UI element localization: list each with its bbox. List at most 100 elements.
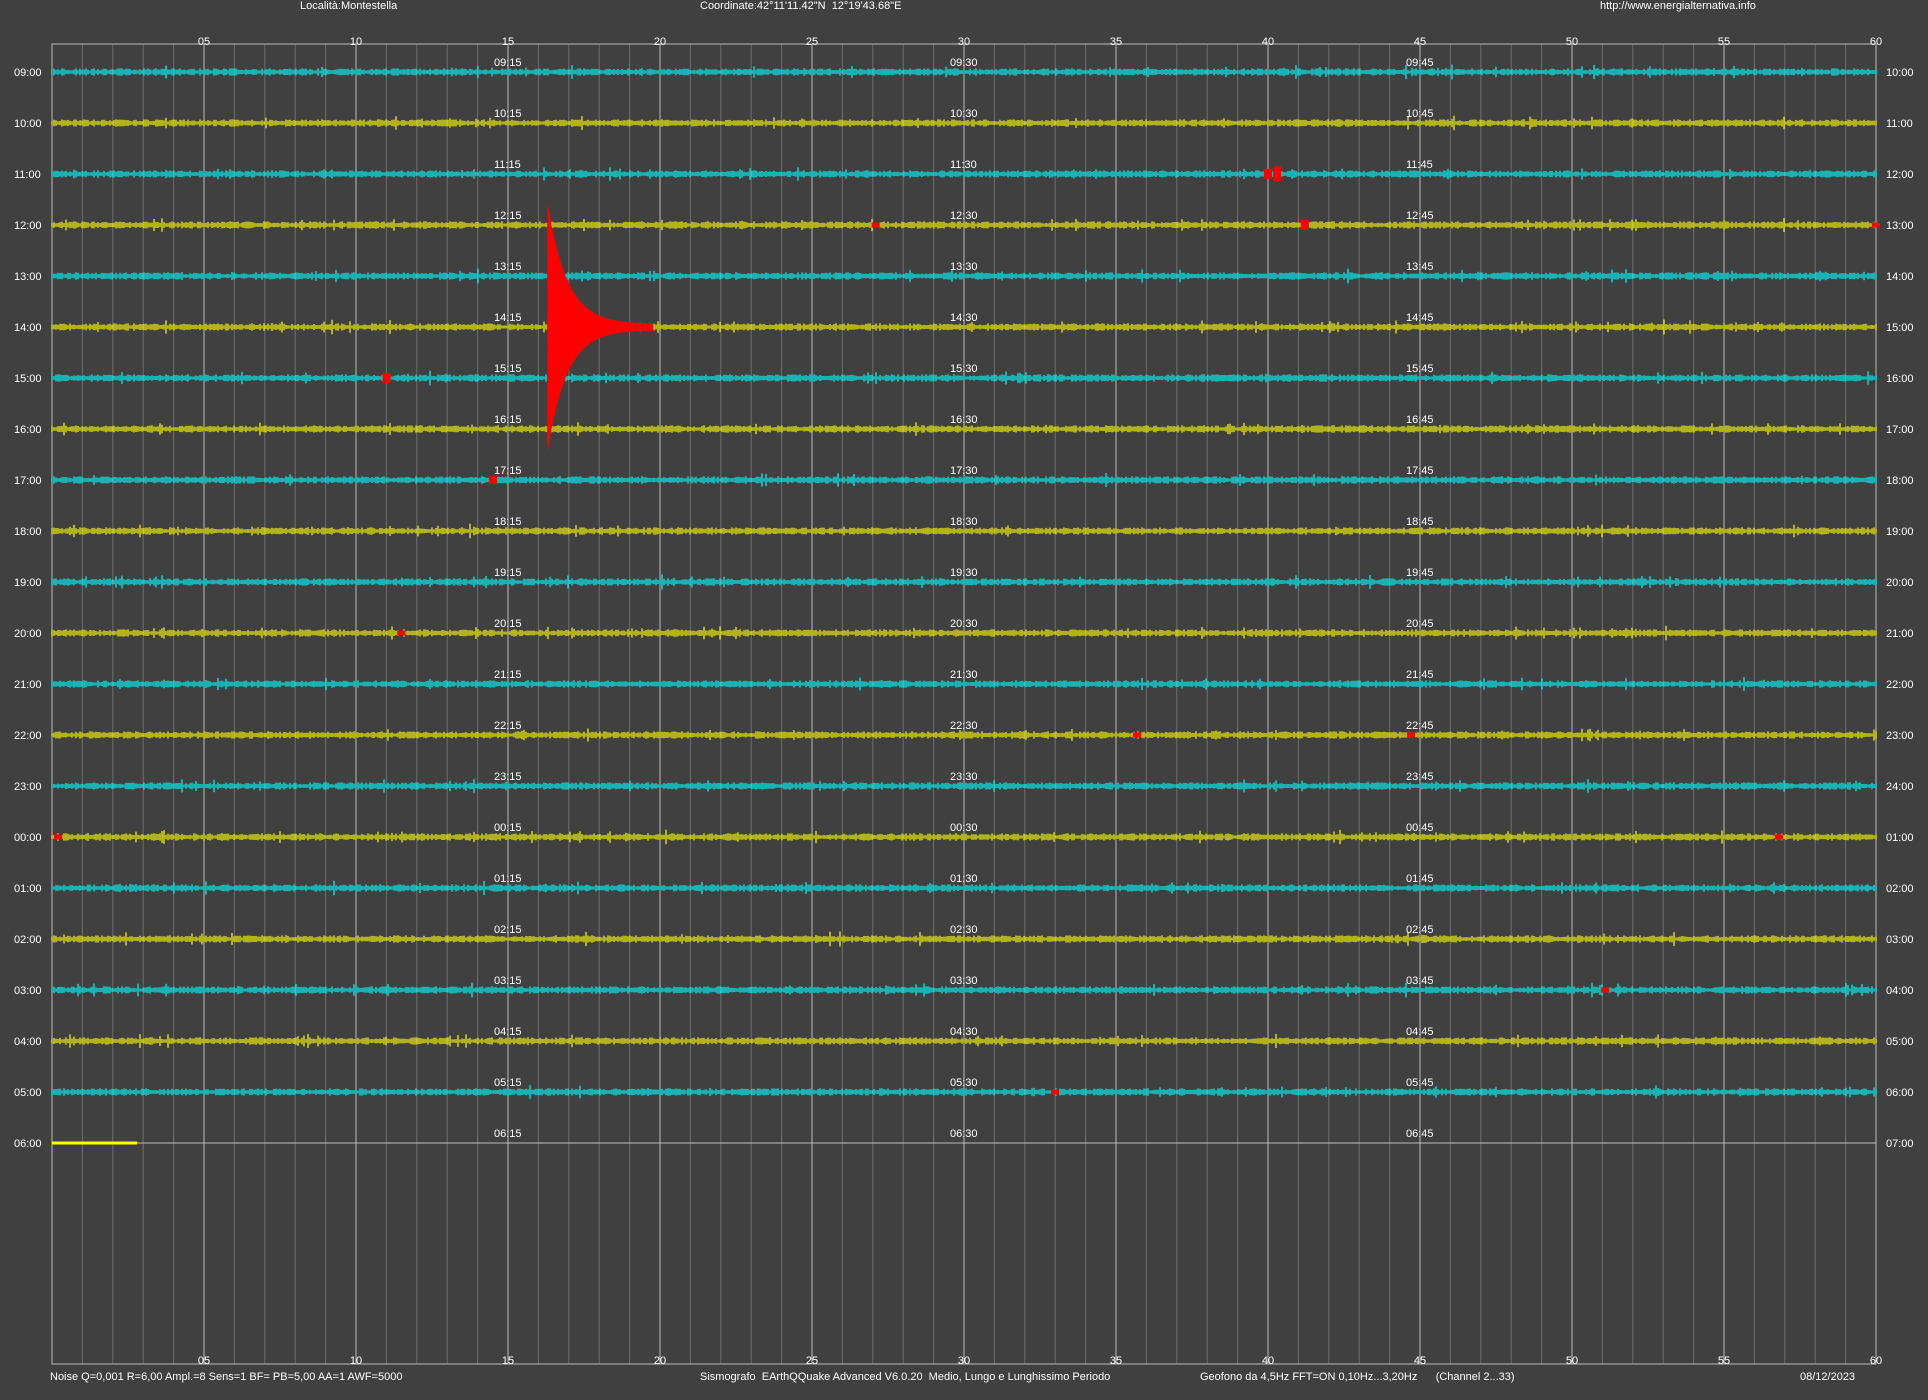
row-time-left: 00:00 [14,832,42,844]
quarter-label: 21:30 [950,669,978,681]
row-time-left: 10:00 [14,118,42,130]
x-tick-label-bottom: 30 [958,1355,970,1367]
quarter-label: 03:30 [950,975,978,987]
quarter-label: 06:30 [950,1128,978,1140]
quarter-label: 20:15 [494,618,522,630]
quarter-label: 18:15 [494,516,522,528]
row-time-right: 11:00 [1886,118,1913,130]
x-tick-label-bottom: 50 [1566,1355,1578,1367]
footer-settings: Noise Q=0,001 R=6,00 Ampl.=8 Sens=1 BF= … [50,1371,403,1383]
event-marker [1133,732,1142,738]
quarter-label: 13:45 [1406,261,1434,273]
row-time-right: 05:00 [1886,1036,1914,1048]
event-marker [488,476,497,484]
quarter-label: 18:30 [950,516,978,528]
row-time-right: 12:00 [1886,169,1914,181]
x-tick-label-bottom: 20 [654,1355,666,1367]
quarter-label: 12:15 [494,210,522,222]
row-time-left: 11:00 [14,169,41,181]
row-time-right: 02:00 [1886,883,1914,895]
quarter-label: 03:15 [494,975,522,987]
quarter-label: 09:45 [1406,57,1434,69]
grid-lines [51,43,1877,1365]
x-tick-label-bottom: 10 [350,1355,362,1367]
row-time-left: 02:00 [14,934,42,946]
row-time-left: 17:00 [14,475,42,487]
footer-sensor: Geofono da 4,5Hz FFT=ON 0,10Hz...3,20Hz … [1200,1371,1515,1383]
x-tick-label-bottom: 35 [1110,1355,1122,1367]
quarter-label: 11:15 [494,159,521,171]
quarter-label: 10:45 [1406,108,1434,120]
x-tick-label-bottom: 05 [198,1355,210,1367]
quarter-label: 11:30 [950,159,977,171]
row-time-left: 14:00 [14,322,42,334]
quarter-label: 16:15 [494,414,522,426]
quarter-label: 15:30 [950,363,978,375]
quarter-label: 16:30 [950,414,978,426]
event-marker [871,222,880,228]
x-tick-label-bottom: 40 [1262,1355,1274,1367]
row-time-left: 01:00 [14,883,42,895]
x-tick-label-top: 40 [1262,36,1274,48]
event-marker [1774,834,1783,840]
quarter-label: 09:30 [950,57,978,69]
quarter-label: 12:45 [1406,210,1434,222]
row-time-right: 19:00 [1886,526,1914,538]
quarter-label: 10:15 [494,108,522,120]
quarter-label: 14:30 [950,312,978,324]
x-tick-label-top: 05 [198,36,210,48]
x-tick-label-top: 35 [1110,36,1122,48]
row-time-left: 12:00 [14,220,42,232]
quarter-label: 04:30 [950,1026,978,1038]
quarter-label: 19:15 [494,567,522,579]
row-time-right: 04:00 [1886,985,1914,997]
quarter-label: 17:30 [950,465,978,477]
event-marker [1051,1089,1060,1095]
row-time-left: 22:00 [14,730,42,742]
row-time-left: 23:00 [14,781,42,793]
x-tick-label-bottom: 55 [1718,1355,1730,1367]
quarter-label: 00:45 [1406,822,1434,834]
quarter-label: 17:45 [1406,465,1434,477]
quarter-label: 15:15 [494,363,522,375]
x-tick-label-bottom: 25 [806,1355,818,1367]
quarter-label: 05:30 [950,1077,978,1089]
row-time-right: 21:00 [1886,628,1914,640]
row-time-left: 16:00 [14,424,42,436]
event-marker [54,834,63,840]
quarter-label: 20:45 [1406,618,1434,630]
row-time-right: 18:00 [1886,475,1914,487]
row-time-left: 20:00 [14,628,42,640]
x-tick-label-top: 45 [1414,36,1426,48]
quarter-label: 23:15 [494,771,522,783]
quarter-label: 10:30 [950,108,978,120]
row-time-left: 13:00 [14,271,42,283]
quarter-label: 04:45 [1406,1026,1434,1038]
event-marker [1264,168,1272,180]
x-tick-label-top: 25 [806,36,818,48]
row-time-right: 17:00 [1886,424,1914,436]
quarter-label: 23:30 [950,771,978,783]
quarter-label: 22:15 [494,720,522,732]
quarter-label: 09:15 [494,57,522,69]
quarter-label: 06:45 [1406,1128,1434,1140]
x-tick-label-top: 15 [502,36,514,48]
event-marker [1273,166,1282,182]
row-time-right: 01:00 [1886,832,1914,844]
x-tick-label-top: 50 [1566,36,1578,48]
quarter-label: 15:45 [1406,363,1434,375]
quarter-label: 12:30 [950,210,978,222]
x-tick-label-top: 55 [1718,36,1730,48]
quarter-label: 02:45 [1406,924,1434,936]
quarter-label: 01:30 [950,873,978,885]
row-time-right: 16:00 [1886,373,1914,385]
x-tick-label-bottom: 15 [502,1355,514,1367]
quarter-label: 01:15 [494,873,522,885]
x-tick-label-bottom: 60 [1870,1355,1882,1367]
row-time-right: 10:00 [1886,67,1914,79]
quarter-label: 01:45 [1406,873,1434,885]
row-time-right: 03:00 [1886,934,1914,946]
quarter-label: 06:15 [494,1128,522,1140]
seismogram-chart: 05 05 10 10 15 15 20 20 25 25 30 30 35 35 40 40 45 45 50 50… [14,36,1914,1367]
quarter-label: 19:30 [950,567,978,579]
